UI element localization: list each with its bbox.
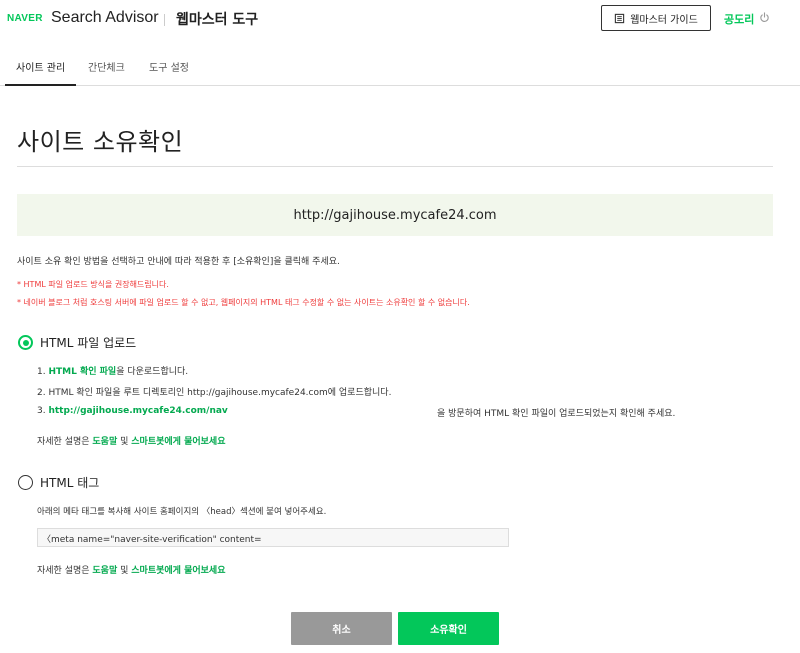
step-2: 2. HTML 확인 파일을 루트 디렉토리인 http://gajihouse… — [37, 388, 392, 398]
user-name[interactable]: 공도리 — [724, 11, 754, 27]
help-text-file: 자세한 설명은 도움말 및 스마트봇에게 물어보세요 — [37, 434, 225, 447]
top-header: NAVER Search Advisor 웹마스터 도구 웹마스터 가이드 공도… — [0, 0, 800, 40]
header-divider — [164, 14, 165, 26]
step-3-prefix: 3. — [37, 406, 49, 416]
radio-html-file-upload[interactable] — [18, 335, 33, 350]
webmaster-guide-label: 웹마스터 가이드 — [630, 14, 698, 26]
help-mid: 및 — [117, 566, 132, 576]
help-text-tag: 자세한 설명은 도움말 및 스마트봇에게 물어보세요 — [37, 563, 225, 576]
meta-tag-instruction: 아래의 메타 태그를 복사해 사이트 홈페이지의 〈head〉섹션에 붙여 넣어… — [37, 507, 327, 517]
webmaster-guide-button[interactable]: 웹마스터 가이드 — [601, 5, 711, 31]
option-label-html-tag[interactable]: HTML 태그 — [40, 474, 99, 491]
verify-ownership-button[interactable]: 소유확인 — [398, 612, 499, 645]
tab-tool-settings[interactable]: 도구 설정 — [149, 59, 189, 74]
recommend-note: * HTML 파일 업로드 방식을 권장해드립니다. — [17, 280, 169, 289]
option-label-html-file[interactable]: HTML 파일 업로드 — [40, 334, 136, 351]
help-prefix: 자세한 설명은 — [37, 566, 93, 576]
html-verify-file-link[interactable]: HTML 확인 파일 — [48, 367, 116, 377]
verify-file-url-link[interactable]: http://gajihouse.mycafe24.com/nav — [48, 406, 227, 416]
radio-html-tag[interactable] — [18, 475, 33, 490]
step-3-suffix: 을 방문하여 HTML 확인 파일이 업로드되었는지 확인해 주세요. — [437, 409, 676, 419]
main-tabs: 사이트 관리 간단체크 도구 설정 — [0, 48, 800, 86]
meta-tag-field[interactable]: 〈meta name="naver-site-verification" con… — [37, 528, 509, 547]
page-title: 사이트 소유확인 — [17, 128, 184, 156]
active-tab-indicator — [5, 84, 76, 86]
webmaster-tools-title: 웹마스터 도구 — [176, 12, 259, 28]
book-icon — [615, 13, 625, 23]
tab-quick-check[interactable]: 간단체크 — [88, 59, 125, 74]
help-link[interactable]: 도움말 — [92, 566, 117, 576]
cancel-button[interactable]: 취소 — [291, 612, 392, 645]
help-link[interactable]: 도움말 — [92, 437, 117, 447]
instruction-text: 사이트 소유 확인 방법을 선택하고 안내에 따라 적용한 후 [소유확인]을 … — [17, 257, 340, 267]
app-name[interactable]: Search Advisor — [51, 9, 159, 27]
site-url: http://gajihouse.mycafe24.com — [293, 207, 497, 223]
tab-site-management[interactable]: 사이트 관리 — [16, 59, 65, 74]
site-url-box: http://gajihouse.mycafe24.com — [17, 194, 773, 236]
restriction-note: * 네이버 블로그 처럼 호스팅 서버에 파일 업로드 할 수 없고, 웹페이지… — [17, 298, 470, 307]
naver-logo[interactable]: NAVER — [7, 13, 43, 24]
step-3: 3. http://gajihouse.mycafe24.com/nav — [37, 406, 228, 416]
step-1: 1. HTML 확인 파일을 다운로드합니다. — [37, 364, 188, 377]
step-1-prefix: 1. — [37, 367, 49, 377]
logout-power-icon[interactable] — [759, 12, 770, 23]
help-mid: 및 — [117, 437, 132, 447]
help-prefix: 자세한 설명은 — [37, 437, 93, 447]
smartbot-link[interactable]: 스마트봇에게 물어보세요 — [131, 566, 225, 576]
title-divider — [17, 166, 773, 167]
smartbot-link[interactable]: 스마트봇에게 물어보세요 — [131, 437, 225, 447]
step-1-suffix: 을 다운로드합니다. — [116, 367, 189, 377]
